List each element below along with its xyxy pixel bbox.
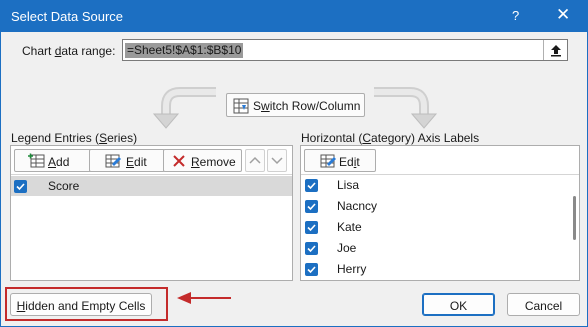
edit-axis-labels-label: Edit bbox=[339, 155, 360, 169]
move-up-button[interactable] bbox=[245, 149, 265, 172]
checkmark-icon bbox=[307, 266, 316, 274]
chart-data-range-input[interactable]: =Sheet5!$A$1:$B$10 bbox=[122, 39, 568, 61]
category-checkbox[interactable] bbox=[305, 179, 318, 192]
switch-table-icon bbox=[233, 98, 249, 114]
help-button[interactable]: ? bbox=[512, 8, 519, 23]
edit-axis-labels-button[interactable]: Edit bbox=[304, 149, 376, 172]
axis-labels-label: Horizontal (Category) Axis Labels bbox=[301, 131, 480, 145]
axis-labels-panel: Edit Lisa Nacncy Kate Joe Herry bbox=[300, 145, 580, 281]
category-name: Nacncy bbox=[337, 199, 378, 213]
series-name: Score bbox=[48, 179, 80, 193]
dialog-title: Select Data Source bbox=[11, 9, 124, 24]
category-name: Herry bbox=[337, 262, 367, 276]
checkmark-icon bbox=[307, 224, 316, 232]
checkmark-icon bbox=[16, 183, 25, 191]
list-item[interactable]: Kate bbox=[301, 217, 567, 238]
category-checkbox[interactable] bbox=[305, 221, 318, 234]
checkmark-icon bbox=[307, 245, 316, 253]
remove-series-label: Remove bbox=[191, 155, 236, 169]
category-checkbox[interactable] bbox=[305, 200, 318, 213]
close-button[interactable]: ✕ bbox=[556, 6, 570, 23]
curved-arrow-right-icon bbox=[374, 87, 438, 129]
chart-data-range-value[interactable]: =Sheet5!$A$1:$B$10 bbox=[125, 43, 244, 58]
title-bar: Select Data Source ? ✕ bbox=[0, 0, 588, 32]
ok-label: OK bbox=[449, 299, 468, 313]
edit-table-icon bbox=[320, 154, 336, 168]
switch-row-column-label: Switch Row/Column bbox=[253, 99, 361, 113]
category-name: Lisa bbox=[337, 178, 360, 192]
hidden-empty-cells-button[interactable]: Hidden and Empty Cells bbox=[10, 293, 152, 316]
chevron-down-icon bbox=[271, 157, 283, 165]
add-table-icon bbox=[28, 153, 45, 168]
list-item[interactable]: Herry bbox=[301, 259, 567, 280]
add-series-button[interactable]: Add bbox=[14, 149, 92, 172]
ok-button[interactable]: OK bbox=[422, 293, 495, 316]
move-down-button[interactable] bbox=[267, 149, 287, 172]
remove-x-icon bbox=[173, 155, 185, 167]
category-checkbox[interactable] bbox=[305, 242, 318, 255]
list-item[interactable]: Score bbox=[11, 176, 292, 196]
remove-series-button[interactable]: Remove bbox=[163, 149, 242, 172]
category-name: Kate bbox=[337, 220, 362, 234]
edit-table-icon bbox=[105, 154, 121, 168]
annotation-arrow-icon bbox=[177, 292, 231, 304]
collapse-dialog-button[interactable] bbox=[543, 40, 567, 60]
checkmark-icon bbox=[307, 182, 316, 190]
category-name: Joe bbox=[337, 241, 357, 255]
legend-entries-label: Legend Entries (Series) bbox=[11, 131, 138, 145]
axis-list-scrollbar[interactable] bbox=[569, 176, 579, 280]
chevron-up-icon bbox=[249, 156, 261, 164]
list-item[interactable]: Joe bbox=[301, 238, 567, 259]
edit-series-button[interactable]: Edit bbox=[89, 149, 165, 172]
cancel-button[interactable]: Cancel bbox=[507, 293, 580, 316]
curved-arrow-left-icon bbox=[152, 87, 216, 129]
series-checkbox[interactable] bbox=[14, 180, 27, 193]
collapse-arrow-icon bbox=[551, 45, 561, 57]
list-item[interactable]: Lisa bbox=[301, 175, 567, 196]
hidden-empty-cells-label: Hidden and Empty Cells bbox=[16, 299, 146, 313]
edit-series-label: Edit bbox=[126, 155, 147, 169]
axis-toolbar: Edit bbox=[301, 146, 579, 175]
list-item[interactable]: Nacncy bbox=[301, 196, 567, 217]
category-checkbox[interactable] bbox=[305, 263, 318, 276]
cancel-label: Cancel bbox=[524, 299, 563, 313]
chart-data-range-label: Chart data range: bbox=[22, 44, 116, 58]
switch-row-column-button[interactable]: Switch Row/Column bbox=[226, 93, 365, 117]
scrollbar-thumb[interactable] bbox=[573, 196, 576, 240]
checkmark-icon bbox=[307, 203, 316, 211]
add-series-label: Add bbox=[48, 155, 70, 169]
legend-entries-panel: Add Edit Remove Score bbox=[10, 145, 293, 281]
legend-toolbar: Add Edit Remove bbox=[11, 146, 292, 175]
